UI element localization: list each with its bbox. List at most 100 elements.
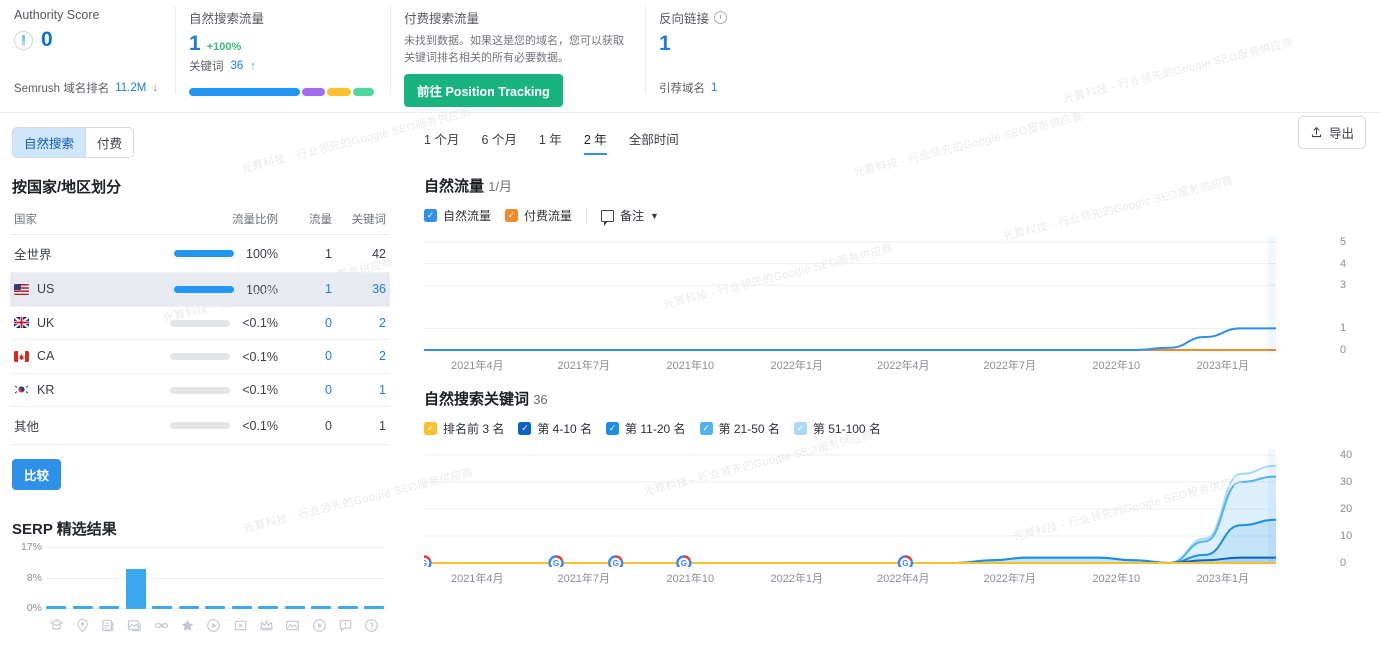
video-carousel-icon[interactable] [230, 616, 250, 634]
legend-checkbox[interactable]: ✓ [424, 422, 437, 435]
keywords-cell: 1 [336, 407, 390, 445]
authority-score-card: Authority Score 0 Semrush 域名排名 11.2M ↓ [0, 0, 175, 112]
keywords-cell: 1 [336, 373, 390, 407]
serp-bar-instant-answer[interactable] [311, 606, 331, 609]
period-tab-4[interactable]: 全部时间 [629, 129, 679, 155]
keyword-segment-0 [189, 88, 300, 96]
keywords-chart-legend[interactable]: ✓排名前 3 名 ✓第 4-10 名 ✓第 11-20 名 ✓第 21-50 名 ✓第 … [424, 420, 1366, 437]
google-update-marker[interactable]: G [677, 557, 690, 568]
y-tick: 20 [1340, 503, 1352, 515]
google-update-marker[interactable]: G [424, 557, 431, 568]
share-value: 100% [246, 247, 278, 261]
serp-bar-top-stories[interactable] [258, 606, 278, 609]
search-type-tabs[interactable]: 自然搜索付费 [12, 127, 134, 158]
google-update-marker[interactable]: G [550, 557, 563, 568]
local-pack-icon[interactable] [72, 616, 92, 634]
traffic-value[interactable]: 0 [325, 316, 332, 330]
search-type-tab-0[interactable]: 自然搜索 [13, 128, 85, 157]
organic-traffic-card: 自然搜索流量 1 +100% 关键词 36 ↑ [175, 0, 390, 112]
notes-dropdown[interactable]: 备注▼ [601, 207, 659, 224]
legend-checkbox[interactable]: ✓ [606, 422, 619, 435]
series-第 51-100 名 [424, 466, 1276, 563]
site-links-icon[interactable] [99, 616, 119, 634]
keywords-value[interactable]: 2 [379, 349, 386, 363]
traffic-cell: 1 [282, 235, 336, 273]
serp-bar-featured-snippet[interactable] [46, 606, 66, 609]
svg-text:G: G [424, 559, 427, 567]
legend-label: 自然流量 [443, 207, 491, 224]
inline-links-icon[interactable] [151, 616, 171, 634]
serp-bar-people-also-ask[interactable] [364, 606, 384, 609]
traffic-chart-title: 自然流量 1/月 [424, 175, 1366, 196]
period-tab-0[interactable]: 1 个月 [424, 129, 459, 155]
serp-bar-video-carousel[interactable] [232, 606, 252, 609]
paid-traffic-card: 付费搜索流量 未找到数据。如果这是您的域名，您可以获取关键词排名相关的所有必要数… [390, 0, 645, 112]
search-type-tab-1[interactable]: 付费 [85, 128, 133, 157]
export-button[interactable]: 导出 [1298, 116, 1366, 149]
svg-text:G: G [553, 559, 559, 567]
serp-bar-faq[interactable] [338, 606, 358, 609]
organic-traffic-title: 自然搜索流量 [189, 8, 374, 27]
serp-bar-reviews[interactable] [179, 606, 199, 609]
people-also-ask-icon[interactable] [362, 616, 382, 634]
legend-item-1[interactable]: ✓第 4-10 名 [518, 420, 592, 437]
legend-item-0[interactable]: ✓排名前 3 名 [424, 420, 504, 437]
traffic-value[interactable]: 0 [325, 383, 332, 397]
clock-icon [714, 11, 727, 24]
keywords-value[interactable]: 36 [372, 282, 386, 296]
reviews-icon[interactable] [178, 616, 198, 634]
images-icon[interactable] [283, 616, 303, 634]
legend-item-3[interactable]: ✓第 21-50 名 [700, 420, 780, 437]
serp-bar-site-links[interactable] [99, 606, 119, 609]
period-tab-2[interactable]: 1 年 [539, 129, 562, 155]
period-tabs[interactable]: 1 个月 6 个月 1 年 2 年全部时间 [424, 129, 1366, 155]
legend-item-0[interactable]: ✓ 自然流量 [424, 207, 491, 224]
traffic-chart-x-axis: 2021年4月2021年7月2021年102022年1月2022年4月2022年… [424, 354, 1328, 374]
legend-item-1[interactable]: ✓付费流量 [505, 207, 572, 224]
legend-checkbox[interactable]: ✓ [424, 209, 437, 222]
traffic-share-cell: 100% [166, 235, 282, 273]
top-stories-icon[interactable] [257, 616, 277, 634]
table-row[interactable]: KR<0.1%01 [10, 373, 390, 407]
period-tab-1[interactable]: 6 个月 [481, 129, 516, 155]
table-row[interactable]: CA<0.1%02 [10, 340, 390, 374]
share-value: <0.1% [242, 316, 278, 330]
google-update-marker[interactable]: G [899, 557, 912, 568]
serp-bar-video[interactable] [205, 606, 225, 609]
serp-bar-inline-links[interactable] [152, 606, 172, 609]
country-table-body: 全世界100%142US100%136UK<0.1%02CA<0.1%02KR<… [10, 235, 390, 445]
legend-checkbox[interactable]: ✓ [518, 422, 531, 435]
serp-bar-image-pack[interactable] [126, 569, 146, 609]
keywords-value[interactable]: 1 [379, 383, 386, 397]
image-pack-icon[interactable] [125, 616, 145, 634]
svg-text:G: G [902, 559, 908, 567]
video-icon[interactable] [204, 616, 224, 634]
table-row[interactable]: 全世界100%142 [10, 235, 390, 273]
share-bar [170, 387, 230, 394]
google-update-marker[interactable]: G [609, 557, 622, 568]
legend-checkbox[interactable]: ✓ [700, 422, 713, 435]
serp-bar-images[interactable] [285, 606, 305, 609]
featured-snippet-icon[interactable] [46, 616, 66, 634]
compare-button[interactable]: 比较 [12, 459, 61, 490]
legend-item-4[interactable]: ✓第 51-100 名 [794, 420, 881, 437]
faq-icon[interactable] [336, 616, 356, 634]
serp-bar-local-pack[interactable] [73, 606, 93, 609]
traffic-chart-legend[interactable]: ✓ 自然流量 ✓付费流量 备注▼ [424, 207, 1366, 224]
table-row[interactable]: UK<0.1%02 [10, 306, 390, 340]
series-第 21-50 名 [424, 477, 1276, 563]
country-name: CA [37, 349, 54, 363]
instant-answer-icon[interactable] [309, 616, 329, 634]
legend-checkbox[interactable]: ✓ [794, 422, 807, 435]
traffic-value[interactable]: 1 [325, 282, 332, 296]
table-row[interactable]: 其他<0.1%01 [10, 407, 390, 445]
legend-checkbox[interactable]: ✓ [505, 209, 518, 222]
period-tab-3[interactable]: 2 年 [584, 129, 607, 155]
legend-item-2[interactable]: ✓第 11-20 名 [606, 420, 685, 437]
keywords-value[interactable]: 2 [379, 316, 386, 330]
position-tracking-button[interactable]: 前往 Position Tracking [404, 74, 563, 107]
serp-features-chart: 17%8%0% [12, 547, 390, 609]
traffic-value[interactable]: 0 [325, 349, 332, 363]
serp-plot [46, 547, 384, 609]
table-row[interactable]: US100%136 [10, 273, 390, 307]
